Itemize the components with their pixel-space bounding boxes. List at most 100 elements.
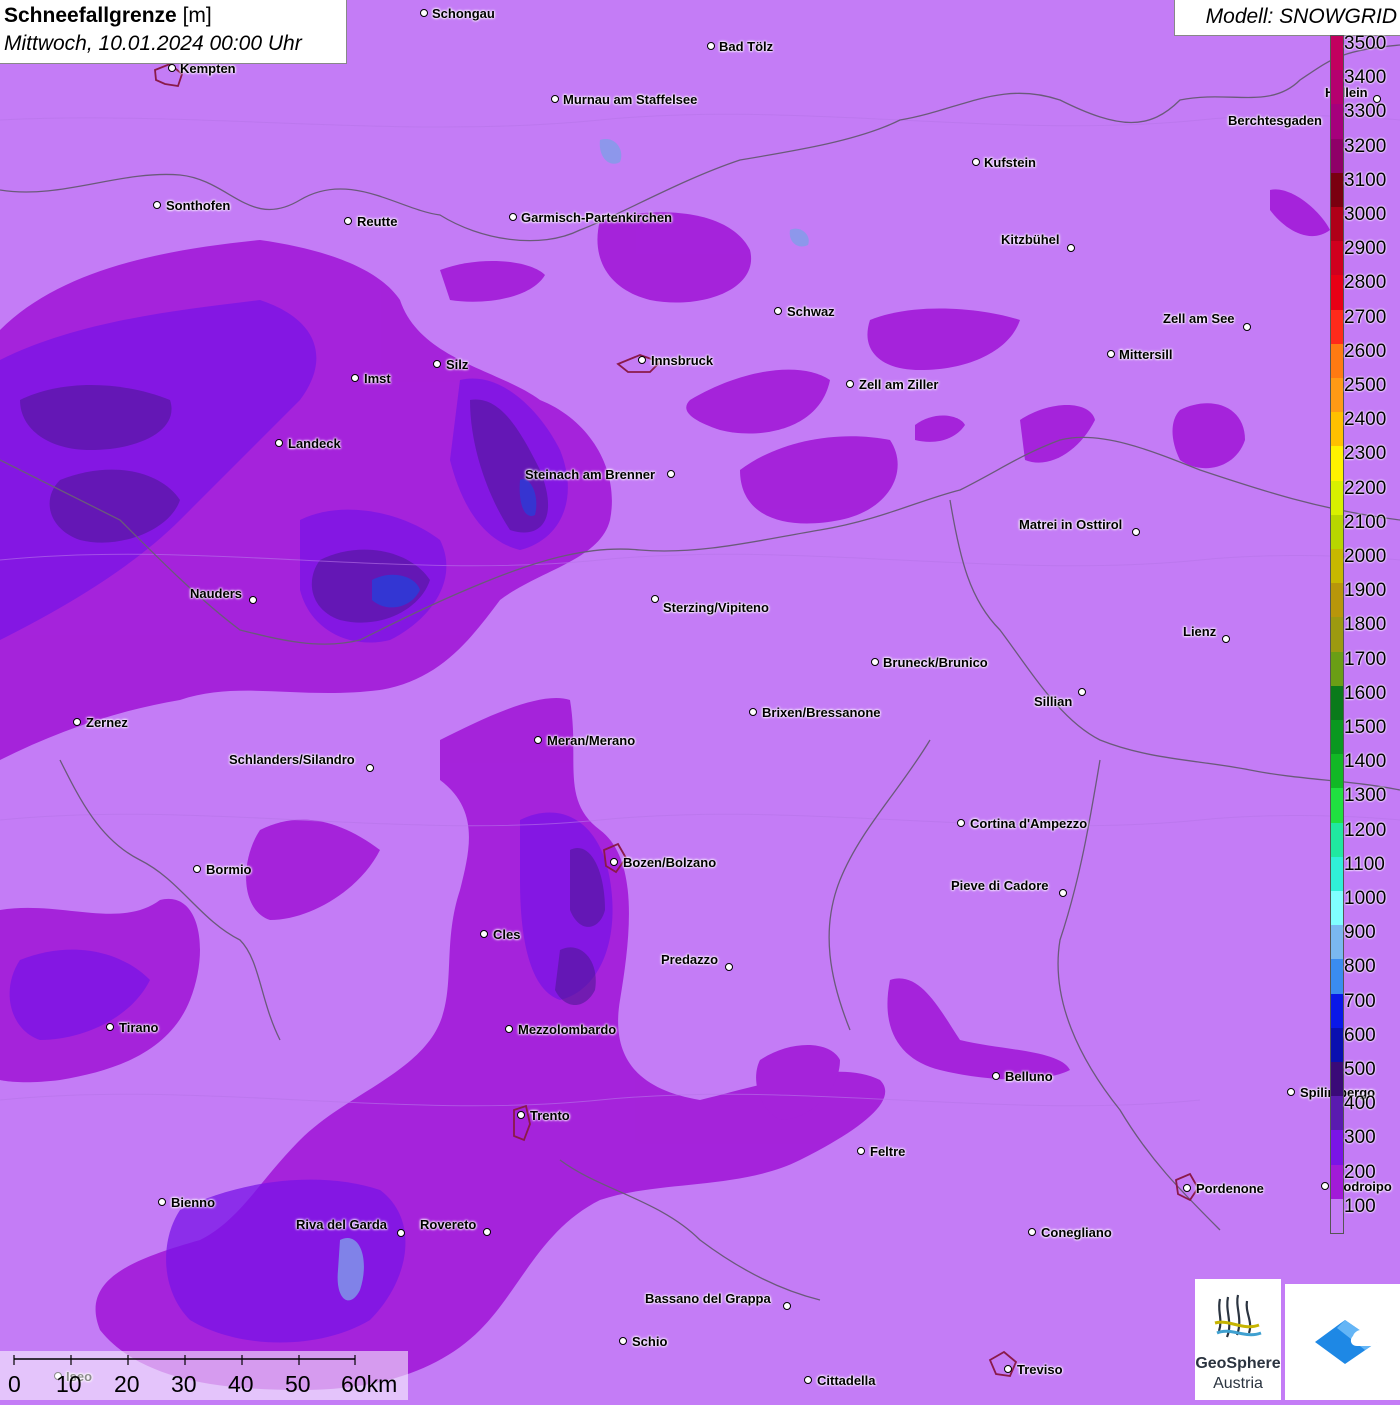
place-label: Schwaz (787, 304, 835, 319)
place-marker-icon (517, 1111, 525, 1119)
place-label: Bozen/Bolzano (623, 855, 717, 870)
place-marker-icon (1222, 635, 1230, 643)
place-label: Steinach am Brenner (525, 467, 656, 482)
legend-swatch (1331, 275, 1343, 311)
legend-swatch (1331, 651, 1343, 687)
place-marker-icon (158, 1198, 166, 1206)
place-label: Cles (493, 927, 521, 942)
legend-swatch (1331, 480, 1343, 516)
place-marker-icon (725, 963, 733, 971)
place-marker-icon (1132, 528, 1140, 536)
place-label: Zernez (86, 715, 128, 730)
place-marker-icon (366, 764, 374, 772)
place-label: Cortina d'Ampezzo (970, 816, 1088, 831)
place-marker-icon (667, 470, 675, 478)
legend-swatch (1331, 1198, 1343, 1234)
place-marker-icon (638, 356, 646, 364)
place-label: Imst (364, 371, 391, 386)
legend-swatch (1331, 1164, 1343, 1200)
place-marker-icon (106, 1023, 114, 1031)
place-marker-icon (505, 1025, 513, 1033)
place-marker-icon (1059, 889, 1067, 897)
place-label: Schlanders/Silandro (229, 752, 355, 767)
legend-label: 2000 (1344, 546, 1387, 567)
legend-label: 2700 (1344, 306, 1387, 328)
place-marker-icon (344, 217, 352, 225)
legend-label: 2300 (1344, 443, 1387, 465)
place-marker-icon (857, 1147, 865, 1155)
legend-colorbar (1330, 35, 1344, 1234)
weather-app-icon (1315, 1320, 1378, 1364)
place-label: Berchtesgaden (1228, 113, 1322, 128)
place-marker-icon (1004, 1365, 1012, 1373)
legend-label: 2400 (1344, 409, 1387, 431)
legend-swatch (1331, 104, 1343, 140)
place-marker-icon (804, 1376, 812, 1384)
place-label: Cittadella (817, 1373, 876, 1388)
legend-swatch (1331, 241, 1343, 276)
place-label: Tirano (119, 1020, 159, 1035)
place-label: Sillian (1034, 694, 1073, 709)
place-label: Bormio (206, 862, 252, 877)
place-label: Pordenone (1196, 1181, 1264, 1196)
geosphere-emblem-icon (1214, 1294, 1262, 1338)
legend-label: 700 (1344, 990, 1376, 1012)
legend-swatch (1331, 172, 1343, 208)
place-label: Zell am Ziller (859, 377, 939, 392)
legend-label: 3100 (1344, 169, 1387, 191)
title-box: Schneefallgrenze [m] Mittwoch, 10.01.202… (0, 0, 347, 64)
place-marker-icon (707, 42, 715, 50)
place-label: Kitzbühel (1001, 232, 1060, 247)
map-title: Schneefallgrenze [m] (4, 4, 212, 28)
legend-swatch (1331, 720, 1343, 755)
legend-label: 1100 (1344, 853, 1385, 875)
place-marker-icon (619, 1337, 627, 1345)
place-label: Lienz (1183, 624, 1217, 639)
legend-label: 1000 (1344, 888, 1387, 909)
legend-label: 200 (1344, 1161, 1376, 1183)
legend-label: 2200 (1344, 477, 1387, 499)
legend-swatch (1331, 343, 1343, 379)
place-label: Kufstein (984, 155, 1036, 170)
place-marker-icon (1028, 1228, 1036, 1236)
legend-swatch (1331, 36, 1343, 71)
legend-label: 100 (1344, 1195, 1376, 1217)
place-label: Schongau (432, 6, 495, 21)
legend-label: 1800 (1344, 614, 1387, 636)
legend-label: 1900 (1344, 580, 1387, 602)
legend-swatch (1331, 993, 1343, 1029)
place-label: Mittersill (1119, 347, 1173, 362)
legend-swatch (1331, 891, 1343, 926)
place-marker-icon (1067, 244, 1075, 252)
place-marker-icon (168, 64, 176, 72)
legend-swatch (1331, 446, 1343, 482)
place-label: Schio (632, 1334, 668, 1349)
scale-label: 0 (8, 1371, 21, 1397)
place-label: Innsbruck (651, 353, 714, 368)
scale-label: 30 (171, 1371, 197, 1397)
legend-swatch (1331, 617, 1343, 653)
legend-label: 400 (1344, 1093, 1376, 1115)
scale-label: 60km (341, 1371, 398, 1397)
place-label: Landeck (288, 436, 341, 451)
place-label: Nauders (190, 586, 243, 601)
place-label: Sterzing/Vipiteno (663, 600, 769, 615)
legend-swatch (1331, 378, 1343, 413)
scale-label: 50 (285, 1371, 311, 1397)
legend-label: 900 (1344, 922, 1376, 944)
legend-label: 2100 (1344, 511, 1387, 533)
place-marker-icon (774, 307, 782, 315)
legend-label: 2800 (1344, 272, 1387, 294)
legend-label: 2600 (1344, 340, 1387, 362)
place-marker-icon (651, 595, 659, 603)
place-marker-icon (551, 95, 559, 103)
model-label: Modell: SNOWGRID (1205, 5, 1397, 28)
legend-label: 1500 (1344, 717, 1387, 738)
legend-swatch (1331, 207, 1343, 242)
place-marker-icon (509, 213, 517, 221)
geosphere-logo: GeoSphere Austria (1195, 1279, 1281, 1400)
place-marker-icon (397, 1229, 405, 1237)
legend-swatch (1331, 583, 1343, 618)
legend-label: 500 (1344, 1059, 1376, 1080)
legend-swatch (1331, 309, 1343, 345)
